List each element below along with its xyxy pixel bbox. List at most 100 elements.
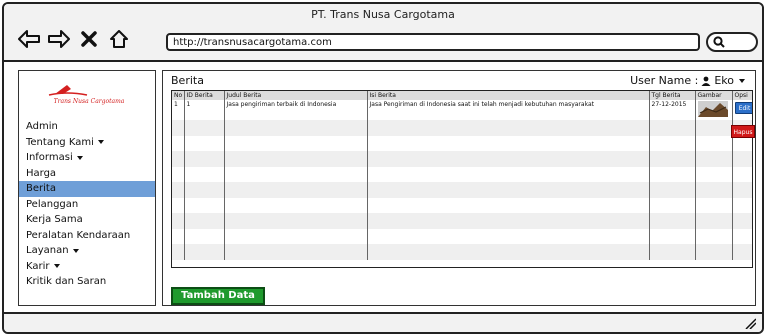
sidebar-item-label: Harga <box>26 167 57 179</box>
table-cell <box>367 120 650 136</box>
table-cell <box>367 166 650 182</box>
column-header[interactable]: No <box>172 91 185 100</box>
sidebar-item-harga[interactable]: Harga <box>19 166 155 182</box>
table-header: No ID Berita Judul Berita Isi Berita Tgl Ber… <box>172 91 752 100</box>
news-image-thumbnail[interactable] <box>697 101 728 117</box>
table-cell <box>695 244 733 260</box>
user-menu[interactable]: User Name : Eko <box>630 74 745 87</box>
search-box[interactable] <box>706 32 758 52</box>
table-cell <box>184 151 225 167</box>
status-bar <box>4 312 762 332</box>
table-row <box>172 120 752 136</box>
column-header[interactable]: Judul Berita <box>224 91 368 100</box>
home-icon[interactable] <box>108 28 130 50</box>
sidebar-item-berita[interactable]: Berita <box>19 181 155 197</box>
table-cell <box>367 244 650 260</box>
table-cell <box>649 120 696 136</box>
table-cell <box>649 197 696 213</box>
table-row <box>172 228 752 244</box>
table-cell <box>172 166 185 182</box>
table-cell: 1 <box>184 100 225 120</box>
sidebar-item-informasi[interactable]: Informasi <box>19 150 155 166</box>
table-cell <box>732 213 752 229</box>
table-cell <box>695 197 733 213</box>
sidebar-item-kerja-sama[interactable]: Kerja Sama <box>19 212 155 228</box>
table-cell <box>367 135 650 151</box>
table-cell <box>224 213 368 229</box>
sidebar-item-tentang-kami[interactable]: Tentang Kami <box>19 135 155 151</box>
sidebar-item-label: Pelanggan <box>26 198 79 210</box>
table-cell <box>184 120 225 136</box>
sidebar-item-pelanggan[interactable]: Pelanggan <box>19 197 155 213</box>
table-cell <box>224 166 368 182</box>
table-cell <box>367 182 650 198</box>
table-cell <box>695 135 733 151</box>
company-logo: Trans Nusa Cargotama <box>27 81 151 107</box>
column-header[interactable]: Opsi <box>732 91 752 100</box>
chevron-down-icon <box>72 248 79 253</box>
sidebar-item-label: Admin <box>26 121 58 132</box>
table-cell <box>732 151 752 167</box>
table-cell: 27-12-2015 <box>649 100 696 120</box>
forward-arrow-icon[interactable] <box>48 28 70 50</box>
sidebar-item-label: Karir <box>26 260 50 272</box>
table-cell <box>184 244 225 260</box>
table-cell <box>649 166 696 182</box>
table-row: 1 1 Jasa pengiriman terbaik di Indonesia Ja… <box>172 100 752 120</box>
user-icon <box>701 76 711 86</box>
table-row <box>172 213 752 229</box>
table-cell <box>649 151 696 167</box>
table-row <box>172 151 752 167</box>
table-cell <box>367 213 650 229</box>
column-header[interactable]: ID Berita <box>184 91 225 100</box>
add-data-button[interactable]: Tambah Data <box>171 287 265 305</box>
table-cell <box>184 213 225 229</box>
table-cell <box>732 197 752 213</box>
user-label: User Name : <box>630 74 699 87</box>
sidebar-item-karir[interactable]: Karir <box>19 259 155 275</box>
sidebar-item-admin[interactable]: Admin <box>19 119 155 135</box>
address-bar[interactable]: http://transnusacargotama.com <box>166 33 700 51</box>
resize-grip-icon[interactable] <box>744 317 756 329</box>
chevron-down-icon <box>53 264 60 269</box>
logo-text: Trans Nusa Cargotama <box>54 98 125 105</box>
close-icon[interactable] <box>78 28 100 50</box>
sidebar-item-label: Tentang Kami <box>26 136 94 148</box>
table-cell <box>172 182 185 198</box>
table-cell <box>367 151 650 167</box>
sidebar-item-kritik-dan-saran[interactable]: Kritik dan Saran <box>19 274 155 290</box>
table-cell <box>732 166 752 182</box>
table-cell <box>695 228 733 244</box>
table-cell <box>184 197 225 213</box>
user-value: Eko <box>714 74 734 87</box>
column-header[interactable]: Tgl Berita <box>649 91 696 100</box>
search-icon <box>713 36 725 48</box>
table-cell <box>224 151 368 167</box>
table-cell <box>695 166 733 182</box>
delete-button[interactable]: Hapus <box>731 125 755 138</box>
table-cell <box>224 120 368 136</box>
table-cell <box>649 228 696 244</box>
chevron-down-icon <box>76 155 83 160</box>
table-row <box>172 182 752 198</box>
table-cell <box>224 228 368 244</box>
sidebar-item-layanan[interactable]: Layanan <box>19 243 155 259</box>
table-cell: 1 <box>172 100 185 120</box>
sidebar-item-label: Kerja Sama <box>26 214 83 225</box>
page-title: Berita <box>171 74 204 87</box>
sidebar-item-label: Informasi <box>26 152 73 163</box>
table-cell <box>695 213 733 229</box>
sidebar-item-label: Layanan <box>26 245 69 256</box>
sidebar-item-label: Kritik dan Saran <box>26 276 107 287</box>
table-cell <box>224 244 368 260</box>
column-header[interactable]: Isi Berita <box>367 91 650 100</box>
table-cell <box>172 135 185 151</box>
table-cell <box>224 135 368 151</box>
edit-button[interactable]: Edit <box>734 102 752 114</box>
table-cell <box>172 151 185 167</box>
sidebar-item-label: Peralatan Kendaraan <box>26 229 131 241</box>
back-arrow-icon[interactable] <box>18 28 40 50</box>
sidebar-item-peralatan-kendaraan[interactable]: Peralatan Kendaraan <box>19 228 155 244</box>
table-body: 1 1 Jasa pengiriman terbaik di Indonesia Ja… <box>172 100 752 260</box>
column-header[interactable]: Gambar <box>695 91 733 100</box>
